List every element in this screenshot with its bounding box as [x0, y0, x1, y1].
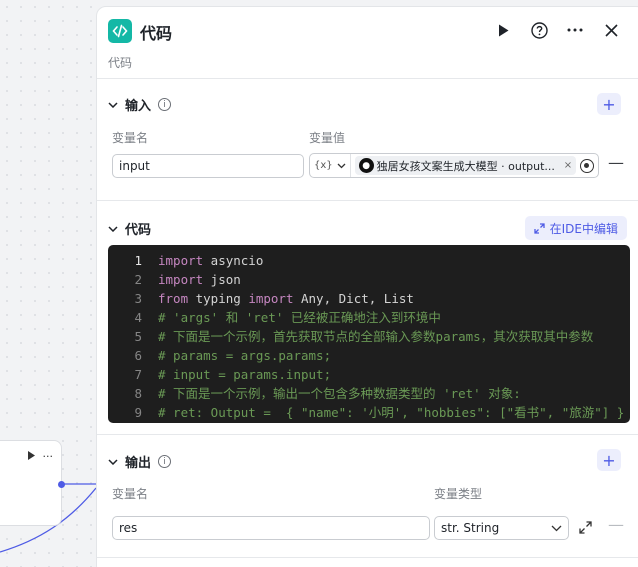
code-line[interactable]: 3 from typing import Any, Dict, List	[108, 289, 630, 308]
line-number: 2	[134, 272, 142, 287]
remove-reference-icon[interactable]: ×	[564, 160, 572, 171]
output-type-value: str. String	[441, 521, 500, 535]
output-section-header[interactable]: 输出 i	[108, 452, 172, 471]
line-number: 4	[134, 310, 142, 325]
line-number: 6	[134, 348, 142, 363]
add-input-button[interactable]: +	[597, 93, 621, 115]
close-icon[interactable]	[601, 20, 621, 40]
code-line[interactable]: 5 # 下面是一个示例，首先获取节点的全部输入参数params，其次获取其中参数	[108, 327, 630, 346]
edit-in-ide-button[interactable]: 在IDE中编辑	[524, 216, 627, 240]
line-number: 8	[134, 386, 142, 401]
code-line[interactable]: 4 # 'args' 和 'ret' 已经被正确地注入到环境中	[108, 308, 630, 327]
variable-type-icon: {x}	[314, 160, 333, 171]
code-text: # 'args' 和 'ret' 已经被正确地注入到环境中	[158, 310, 441, 325]
code-line[interactable]: 1 import asyncio	[108, 251, 630, 270]
line-number: 9	[134, 405, 142, 420]
connection-port[interactable]	[58, 481, 65, 488]
code-line[interactable]: 8 # 下面是一个示例，输出一个包含多种数据类型的 'ret' 对象:	[108, 384, 630, 403]
divider	[97, 557, 638, 558]
info-icon[interactable]: i	[158, 455, 172, 468]
add-output-button[interactable]: +	[597, 449, 621, 471]
input-name-field[interactable]: input	[112, 154, 304, 178]
more-icon[interactable]	[565, 20, 585, 40]
chevron-down-icon	[108, 224, 118, 234]
code-line[interactable]: 2 import json	[108, 270, 630, 289]
code-icon	[108, 19, 132, 43]
output-type-label: 变量类型	[434, 487, 483, 501]
target-icon[interactable]	[580, 158, 594, 173]
output-name-label: 变量名	[112, 487, 149, 501]
panel-header: 代码 代码	[97, 7, 638, 79]
code-section-header[interactable]: 代码	[108, 219, 151, 238]
input-value-label: 变量值	[309, 131, 346, 145]
code-line[interactable]: 9 # ret: Output = { "name": '小明', "hobbie…	[108, 403, 630, 422]
chevron-down-icon	[108, 100, 118, 110]
code-text: # 下面是一个示例，首先获取节点的全部输入参数params，其次获取其中参数	[158, 329, 594, 344]
line-number: 5	[134, 329, 142, 344]
reference-name: 独居女孩文案生成大模型 · output...	[376, 159, 555, 173]
chevron-down-icon	[337, 163, 346, 168]
remove-output-button[interactable]: —	[608, 515, 624, 534]
panel-title: 代码	[140, 24, 173, 43]
expand-icon[interactable]	[579, 519, 592, 538]
play-icon[interactable]	[27, 450, 35, 463]
line-number: 1	[134, 253, 142, 268]
input-name-label: 变量名	[112, 131, 149, 145]
input-section-title: 输入	[125, 99, 152, 114]
play-icon[interactable]	[493, 20, 513, 40]
info-icon[interactable]: i	[158, 98, 172, 111]
more-icon[interactable]: ···	[43, 450, 54, 463]
code-line[interactable]: 7 # input = params.input;	[108, 365, 630, 384]
panel-description[interactable]: 代码	[108, 54, 132, 71]
node-avatar-icon: ●	[358, 158, 374, 173]
output-type-select[interactable]: str. String	[434, 516, 569, 540]
line-number: 3	[134, 291, 142, 306]
code-line[interactable]: 10	[108, 422, 630, 423]
code-section-title: 代码	[125, 223, 152, 238]
code-text: # 下面是一个示例，输出一个包含多种数据类型的 'ret' 对象:	[158, 386, 521, 401]
remove-input-button[interactable]: —	[608, 153, 624, 172]
divider	[97, 200, 638, 201]
input-value-field[interactable]: {x} ● 独居女孩文案生成大模型 · output... ×	[309, 153, 599, 178]
edit-in-ide-label: 在IDE中编辑	[549, 221, 618, 236]
output-section-title: 输出	[125, 456, 152, 471]
chevron-down-icon	[551, 525, 562, 531]
reference-type-select[interactable]: {x}	[314, 154, 351, 177]
chevron-down-icon	[108, 457, 118, 467]
code-text: # params = args.params;	[158, 348, 332, 363]
code-text: import json	[158, 272, 241, 287]
code-text: from typing import Any, Dict, List	[158, 291, 414, 306]
code-text: import asyncio	[158, 253, 264, 268]
code-line[interactable]: 6 # params = args.params;	[108, 346, 630, 365]
code-text: # ret: Output = { "name": '小明', "hobbies…	[158, 405, 625, 420]
line-number: 7	[134, 367, 142, 382]
code-text: # input = params.input;	[158, 367, 332, 382]
canvas-node[interactable]: ···	[0, 440, 62, 526]
expand-icon	[533, 222, 545, 234]
help-icon[interactable]	[529, 20, 549, 40]
reference-tag[interactable]: ● 独居女孩文案生成大模型 · output... ×	[354, 156, 577, 175]
divider	[97, 434, 638, 435]
input-section-header[interactable]: 输入 i	[108, 95, 172, 114]
node-settings-panel: 代码 代码 输入 i + 变量名 变量值 input {x} ● 独居女孩文案生…	[96, 6, 638, 567]
line-number: 10	[108, 422, 158, 423]
output-name-field[interactable]: res	[112, 516, 430, 540]
code-editor[interactable]: 1 import asyncio 2 import json 3 from typing …	[108, 245, 630, 423]
